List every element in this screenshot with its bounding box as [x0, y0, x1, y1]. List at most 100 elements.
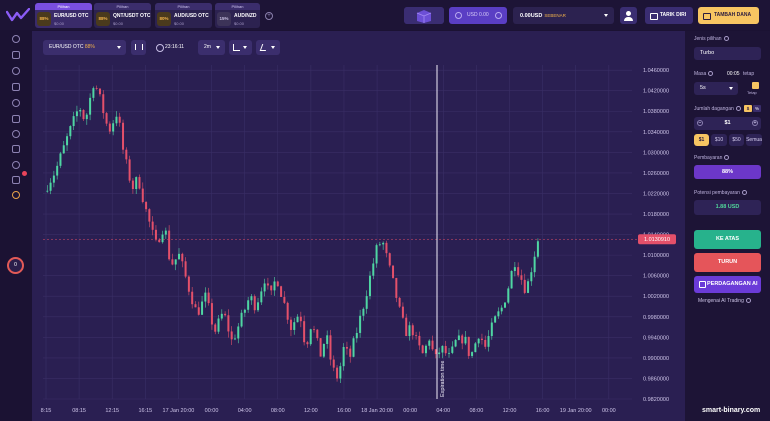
candle-body — [392, 265, 395, 278]
candle-body — [122, 122, 125, 150]
amount-input[interactable]: − $1 + — [694, 117, 761, 130]
candle-body — [316, 329, 319, 339]
info-icon[interactable] — [708, 71, 714, 77]
ai-trading-button[interactable]: PERDAGANGAN AI — [694, 276, 761, 293]
account-type: SEBENAR — [544, 13, 566, 18]
payout-label: Pembayaran — [694, 155, 730, 161]
indicators-button[interactable] — [131, 40, 146, 55]
asset-tab-amount: $0.00 — [174, 21, 185, 26]
candle-body — [201, 301, 204, 315]
option-type-select[interactable]: Turbo — [694, 47, 761, 60]
chevron-down-icon — [604, 14, 608, 17]
minus-icon[interactable]: − — [697, 120, 703, 126]
asset-tab-name: EUR/USD OTC — [54, 13, 89, 19]
chevron-down-icon — [117, 46, 121, 49]
candle-body — [497, 311, 500, 317]
plus-icon[interactable]: + — [752, 120, 758, 126]
amount-percent-toggle[interactable]: % — [753, 105, 761, 112]
asset-selector[interactable]: EUR/USD OTC 88% — [43, 40, 126, 55]
fixed-time-label: Tetap — [747, 90, 757, 95]
trade-icon[interactable] — [12, 35, 20, 43]
candle-body — [237, 326, 240, 339]
wallet-icon[interactable] — [12, 67, 20, 75]
settings-icon[interactable] — [12, 161, 20, 169]
asset-tab-4[interactable]: Pilihan 15% AUD/NZD $0.00 — [215, 3, 260, 28]
option-type-label: Jenis pilihan — [694, 36, 729, 42]
level-badge[interactable]: 0 — [7, 257, 24, 274]
asset-tab-amount: $0.00 — [113, 21, 124, 26]
candle-body — [332, 359, 335, 368]
y-tick-label: 1.0260000 — [643, 171, 669, 177]
asset-tab-1[interactable]: Pilihan 88% EUR/USD OTC $0.00 — [35, 3, 92, 28]
tournament-icon[interactable] — [12, 191, 20, 199]
candle-body — [95, 88, 98, 89]
duration-select[interactable]: 5s — [694, 82, 738, 95]
bonus-gift-icon[interactable] — [404, 7, 444, 24]
asset-tab-2[interactable]: Pilihan 88% QNT/USDT OTC $0.00 — [94, 3, 151, 28]
history-icon[interactable] — [12, 99, 20, 107]
ai-trading-info-link[interactable]: Mengenai AI Trading — [698, 298, 751, 304]
sell-down-button[interactable]: TURUN — [694, 253, 761, 272]
x-tick-label: 08:15 — [72, 408, 86, 414]
info-icon[interactable] — [723, 36, 729, 42]
x-tick-label: 18 Jan 20:00 — [361, 408, 393, 414]
candle-body — [365, 296, 368, 309]
deposit-button[interactable]: TAMBAH DANA — [698, 7, 759, 24]
info-icon[interactable] — [735, 106, 741, 112]
calendar-icon[interactable] — [12, 115, 20, 123]
candle-body — [148, 209, 151, 222]
asset-tab-payout: 88% — [96, 12, 110, 26]
x-tick-label: 19 Jan 20:00 — [560, 408, 592, 414]
chart-icon[interactable] — [12, 51, 20, 59]
candle-body — [230, 331, 233, 340]
candle-body — [210, 303, 213, 325]
chart-type-selector[interactable] — [229, 40, 252, 55]
users-icon[interactable] — [12, 176, 20, 184]
fixed-time-checkbox[interactable] — [752, 82, 759, 89]
candle-body — [135, 177, 138, 190]
withdraw-button[interactable]: TARIK DIRI — [645, 7, 693, 24]
asset-tab-name: QNT/USDT OTC — [113, 13, 151, 19]
candle-body — [204, 292, 207, 302]
candle-body — [345, 346, 348, 349]
add-tab-button[interactable]: + — [265, 12, 273, 20]
asset-tab-name: AUD/NZD — [234, 13, 257, 19]
quick-amount-1[interactable]: $1 — [694, 134, 709, 146]
amount-value: $1 — [724, 120, 731, 126]
candle-body — [507, 288, 510, 303]
brand-logo[interactable] — [6, 8, 30, 22]
info-icon[interactable] — [724, 155, 730, 161]
buy-up-button[interactable]: KE ATAS — [694, 230, 761, 249]
candle-body — [46, 190, 49, 192]
x-tick-label: 17 Jan 20:00 — [163, 408, 195, 414]
quick-amount-all[interactable]: Semua — [746, 134, 762, 146]
candle-body — [313, 329, 316, 331]
candle-body — [441, 345, 444, 353]
duration-label: Masa — [694, 71, 714, 77]
candle-body — [257, 302, 260, 311]
candle-body — [517, 267, 520, 276]
demo-account-toggle[interactable]: USD 0.00 — [449, 7, 507, 24]
amount-currency-toggle[interactable]: $ — [744, 105, 752, 112]
profile-button[interactable] — [620, 7, 637, 24]
profit-value: 1.88 USD — [694, 200, 761, 215]
account-balance-dropdown[interactable]: 0.00USD SEBENAR — [513, 7, 614, 24]
quick-amount-10[interactable]: $10 — [711, 134, 727, 146]
price-chart[interactable]: 1.0460000 1.0420000 1.0380000 1.0340000 1.03… — [32, 31, 685, 421]
quick-amount-50[interactable]: $50 — [729, 134, 744, 146]
asset-tab-payout: 80% — [157, 12, 171, 26]
drawing-tools-selector[interactable] — [256, 40, 280, 55]
candle-body — [494, 316, 497, 323]
profit-label: Potensi pembayaran — [694, 190, 747, 196]
timeframe-selector[interactable]: 2m — [198, 40, 225, 55]
candle-body — [131, 180, 134, 190]
candle-body — [227, 315, 230, 332]
candle-body — [243, 309, 246, 313]
analytics-icon[interactable] — [12, 145, 20, 153]
asset-tab-3[interactable]: Pilihan 80% AUD/USD OTC $0.00 — [155, 3, 212, 28]
candle-body — [280, 286, 283, 297]
info-icon[interactable] — [12, 130, 20, 138]
watermark: smart-binary.com — [702, 407, 761, 414]
trophy-icon[interactable] — [12, 83, 20, 91]
info-icon[interactable] — [741, 190, 747, 196]
